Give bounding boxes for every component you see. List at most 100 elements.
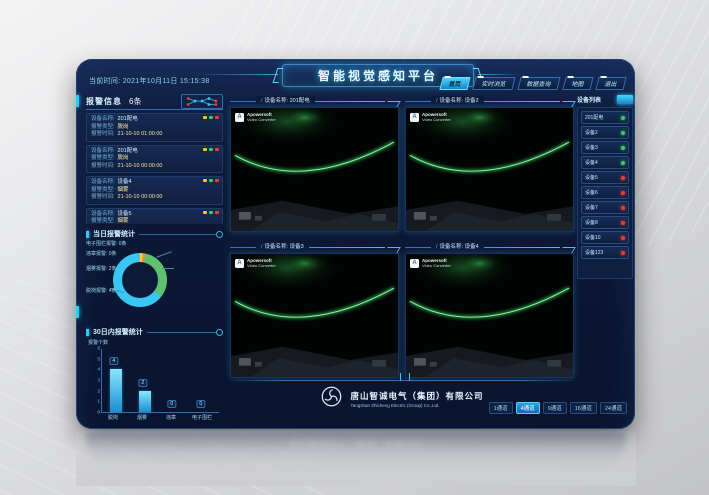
alarm-field-label: 设备名称: [91,211,115,219]
bar-y-tick: 3 [97,378,100,383]
video-panel-4[interactable]: 设备名称: 设备4 [405,241,574,378]
video-feed[interactable]: A Apowersoft Video Converter [230,107,399,232]
alarm-card[interactable]: 设备名称:201配电报警类型:脱岗报警时间:21-10-10 00:00:00 [86,145,223,174]
online-status-icon [621,146,625,150]
alarm-dot-y [203,211,207,214]
alarm-dot-g [209,179,213,182]
alarm-dot-r [215,179,219,182]
watermark: A Apowersoft Video Converter [235,112,276,122]
bar-value-tag: 0 [167,400,176,408]
device-list: 201配电设备2 设备3 设备4 设备5 设备6 设备7 设备8 设备10 设备123 [577,107,633,279]
donut-connector-right [162,268,174,269]
bar-y-tick: 0 [97,410,100,415]
dashboard-window: 当前时间: 2021年10月11日 15:15:38 智能视觉感知平台 首页实时… [76,59,635,429]
device-list-item[interactable]: 设备7 [581,201,629,214]
video-panel-3[interactable]: 设备名称: 设备3 [230,241,399,378]
channel-button-4通道[interactable]: 4通道 [516,402,540,414]
alarm-header: 报警信息 6条 [86,93,223,110]
alarm-card[interactable]: 设备名称:设备5报警类型:烟雾报警时间:21-10-10 00:00:00 [86,208,223,225]
alarm-dot-g [209,148,213,151]
edge-accent-top [76,95,79,107]
alarm-field-label: 报警类型: [91,124,115,132]
bar-chart-plot-area: 01234564脱岗2烟雾0违章0电子围栏 [101,349,219,413]
watermark: A Apowersoft Video Converter [410,112,451,122]
current-time: 当前时间: 2021年10月11日 15:15:38 [89,76,210,86]
header-line-left [194,74,278,75]
offline-status-icon [621,176,625,180]
alarm-card[interactable]: 设备名称:201配电报警类型:脱岗报警时间:21-10-10 01:00:00 [86,113,223,142]
device-list-item[interactable]: 设备3 [581,141,629,154]
watermark-line2: Video Converter [247,263,276,268]
watermark-logo-icon: A [235,259,244,268]
top-nav: 首页实时浏览数据查询地图退出 [441,77,625,90]
alarm-field-label: 设备名称: [91,179,115,187]
bar-脱岗 [110,369,122,412]
device-name: 设备4 [585,159,598,166]
daily-stats-header: 当日报警统计 [86,228,223,240]
topology-icon [181,94,223,109]
nav-button-5[interactable]: 退出 [595,77,626,90]
nav-button-4[interactable]: 地图 [562,77,593,90]
device-name: 设备7 [585,204,598,211]
alarm-card[interactable]: 设备名称:设备4报警类型:烟雾报警时间:21-10-10 00:00:00 [86,176,223,205]
device-list-tab-icon[interactable] [617,95,633,104]
channel-button-9通道[interactable]: 9通道 [543,402,567,414]
device-list-item[interactable]: 设备10 [581,231,629,244]
device-list-item[interactable]: 设备6 [581,186,629,199]
donut-label-offpost: 脱岗报警: 4条 [86,287,117,294]
offline-status-icon [621,251,625,255]
nav-button-1[interactable]: 首页 [439,77,470,90]
device-name: 设备8 [585,219,598,226]
video-feed[interactable]: A Apowersoft Video Converter [230,253,399,378]
alarm-dot-g [209,116,213,119]
donut-label-fence: 电子围栏报警: 0条 [86,240,223,247]
device-list-item[interactable]: 设备4 [581,156,629,169]
device-list-item[interactable]: 设备8 [581,216,629,229]
alarm-sidebar: 报警信息 6条 [86,93,223,425]
bar-y-tick: 1 [97,399,100,404]
video-panel-1[interactable]: 设备名称: 201配电 [230,95,399,232]
watermark: A Apowersoft Video Converter [235,258,276,268]
alarm-field-value: 201配电 [118,116,138,124]
alarm-panel-title: 报警信息 [86,96,122,107]
watermark-logo-icon: A [410,259,419,268]
device-name: 设备10 [585,234,601,241]
donut-ring [113,253,167,307]
header-line-right [478,74,520,75]
video-feed[interactable]: A Apowersoft Video Converter [405,253,574,378]
alarm-field-label: 报警类型: [91,155,115,163]
video-scene [406,254,573,377]
device-list-item[interactable]: 设备123 [581,246,629,259]
circuit-line-decoration [139,234,223,235]
video-feed[interactable]: A Apowersoft Video Converter [405,107,574,232]
video-panel-2[interactable]: 设备名称: 设备2 [405,95,574,232]
reflection-fade [76,431,636,486]
video-panel-title: 设备名称: 201配电 [256,96,315,104]
alarm-status-dots [203,179,219,182]
bar-value-tag: 4 [109,357,118,365]
footer-notch-decoration [400,373,410,381]
device-name: 设备3 [585,144,598,151]
bar-x-label: 脱岗 [108,414,118,421]
alarm-field-value: 烟雾 [118,218,129,224]
device-list-item[interactable]: 设备2 [581,126,629,139]
device-list-item[interactable]: 201配电 [581,111,629,124]
video-panel-title: 设备名称: 设备2 [431,96,484,104]
device-list-title: 设备列表 [577,95,601,104]
channel-button-1通道[interactable]: 1通道 [489,402,513,414]
online-status-icon [621,116,625,120]
monthly-stats-header: 30日内报警统计 [86,326,223,338]
company-name-cn: 唐山智诚电气（集团）有限公司 [350,390,483,402]
company-logo-icon [320,385,343,413]
video-panel-header: 设备名称: 设备4 [405,241,574,253]
bar-y-tick: 5 [97,356,100,361]
channel-button-24通道[interactable]: 24通道 [600,402,627,414]
bar-x-label: 违章 [166,414,176,421]
device-list-item[interactable]: 设备5 [581,171,629,184]
bar-y-tick: 4 [97,367,100,372]
channel-button-16通道[interactable]: 16通道 [570,402,597,414]
page-title: 智能视觉感知平台 [318,67,438,84]
nav-button-3[interactable]: 数据查询 [517,77,560,90]
nav-button-2[interactable]: 实时浏览 [472,77,515,90]
monthly-stats-title: 30日内报警统计 [93,327,143,337]
